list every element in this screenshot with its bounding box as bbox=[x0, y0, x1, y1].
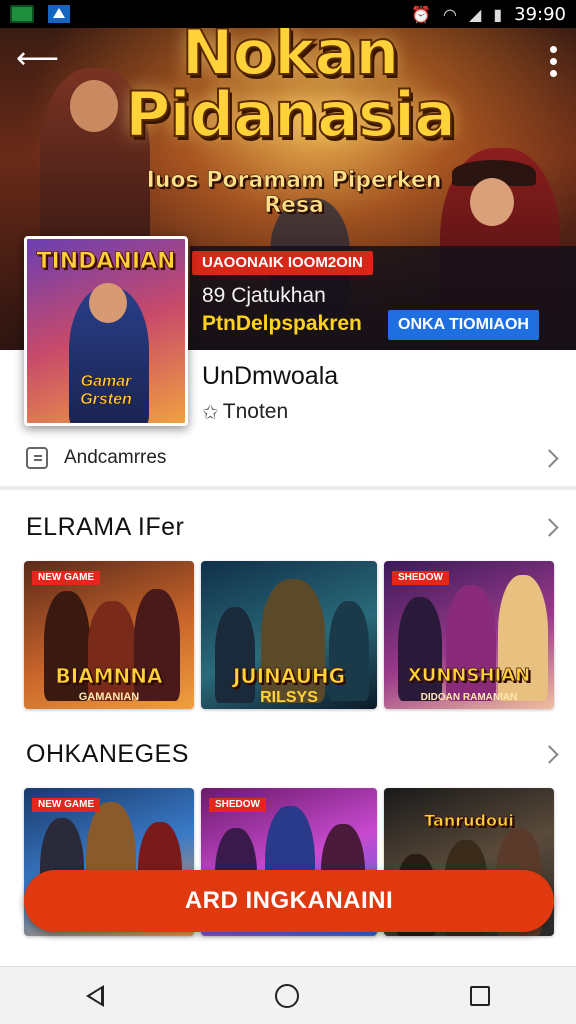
section-header[interactable]: ELRAMA IFer bbox=[26, 509, 559, 545]
app-notification-icon bbox=[10, 5, 34, 23]
card-tag: NEW GAME bbox=[32, 798, 101, 812]
online-badge: ONKA TIOMIAOH bbox=[388, 310, 539, 340]
card-title: JUINAUHG bbox=[232, 664, 346, 688]
game-cover-art[interactable]: TINDANIAN Gamar Grsten bbox=[24, 236, 188, 426]
chevron-right-icon bbox=[540, 744, 559, 764]
nav-home-icon[interactable] bbox=[274, 983, 299, 1008]
card-tag: NEW GAME bbox=[32, 571, 101, 585]
card-title: Tanrudoui bbox=[424, 811, 514, 831]
section-title: OHKANEGES bbox=[26, 739, 189, 768]
card-subtitle: RILSYS bbox=[260, 689, 318, 706]
top-nav: ⟵ bbox=[0, 28, 576, 92]
game-card[interactable]: NEW GAME BIAMNNA GAMANIAN bbox=[24, 561, 194, 709]
card-subtitle: GAMANIAN bbox=[78, 691, 140, 703]
alarm-icon: ⏰ bbox=[411, 4, 432, 24]
install-cta-button[interactable]: ARD INGKANAINI bbox=[24, 870, 554, 932]
developer-name[interactable]: PtnDelpspakren bbox=[202, 312, 362, 336]
install-label: Andcamrres bbox=[64, 447, 167, 468]
battery-icon: ▮ bbox=[493, 4, 503, 24]
chevron-right-icon bbox=[540, 448, 559, 468]
game-card[interactable]: JUINAUHG RILSYS bbox=[201, 561, 377, 709]
card-title: BIAMNNA bbox=[55, 664, 163, 688]
external-link-icon bbox=[26, 447, 48, 469]
promo-tag: UAOONAIK IOOM2OIN bbox=[192, 251, 373, 275]
card-tag: SHEDOW bbox=[209, 798, 266, 812]
nav-back-icon[interactable] bbox=[85, 984, 104, 1007]
cover-subtitle: Gamar Grsten bbox=[27, 373, 185, 409]
install-row[interactable]: Andcamrres bbox=[26, 440, 559, 476]
wifi-icon: ◠ bbox=[443, 4, 457, 24]
more-options-icon[interactable] bbox=[548, 46, 558, 77]
cover-subtitle-line1: Gamar bbox=[80, 373, 132, 391]
hero-title-line2: Pidanasia bbox=[124, 78, 457, 151]
cover-subtitle-line2: Grsten bbox=[80, 391, 132, 409]
hero-character-right-head bbox=[470, 178, 514, 226]
rating-row: ✩ Tnoten bbox=[202, 400, 288, 424]
status-time: 39:90 bbox=[514, 3, 566, 25]
star-icon: ✩ bbox=[202, 400, 219, 424]
card-title: XUNNSHIAN bbox=[407, 665, 531, 687]
cover-character-head bbox=[89, 283, 127, 323]
game-card[interactable]: SHEDOW XUNNSHIAN DIDOAN RAMANIAN bbox=[384, 561, 554, 709]
hero-subtitle: Iuos Poramam Piperken Resa bbox=[146, 168, 442, 219]
hero-meta: 89 Cjatukhan bbox=[202, 284, 326, 307]
chevron-right-icon bbox=[540, 517, 559, 537]
status-bar: ⏰ ◠ ◢ ▮ 39:90 bbox=[0, 0, 576, 28]
rating-text: Tnoten bbox=[222, 400, 289, 423]
section-header[interactable]: OHKANEGES bbox=[26, 736, 559, 772]
cover-title: TINDANIAN bbox=[36, 249, 176, 275]
signal-icon: ◢ bbox=[469, 4, 482, 24]
app-name: UnDmwoala bbox=[202, 362, 339, 390]
card-tag: SHEDOW bbox=[392, 571, 449, 585]
back-arrow-icon[interactable]: ⟵ bbox=[16, 42, 59, 76]
divider bbox=[0, 486, 576, 490]
nav-recents-icon[interactable] bbox=[470, 985, 491, 1006]
card-subtitle: DIDOAN RAMANIAN bbox=[420, 692, 518, 703]
app-notification-icon-2 bbox=[48, 5, 70, 23]
section-card-row: NEW GAME BIAMNNA GAMANIAN JUINAUHG RILSY… bbox=[24, 561, 554, 709]
section-title: ELRAMA IFer bbox=[26, 512, 185, 541]
system-nav-bar bbox=[0, 966, 576, 1024]
